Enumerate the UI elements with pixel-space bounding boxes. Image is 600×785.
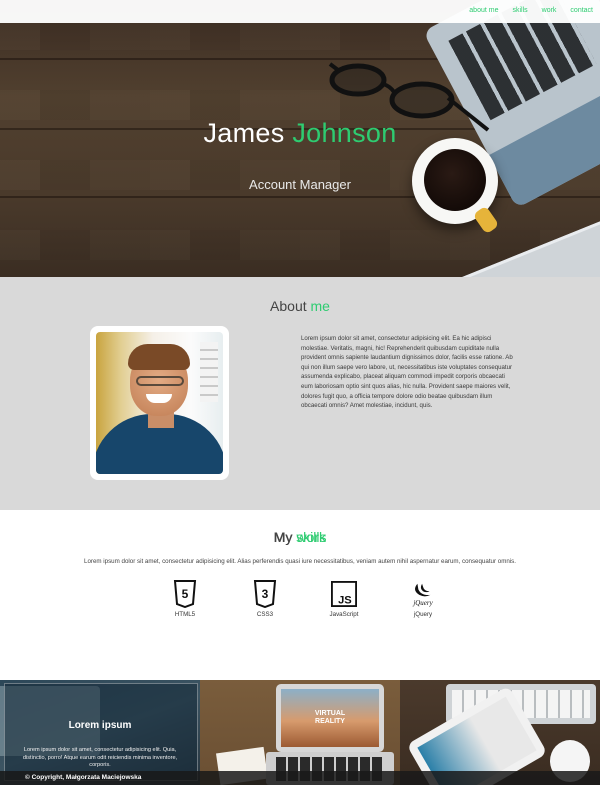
nav-link-skills[interactable]: skills xyxy=(512,7,527,14)
javascript-icon: JS xyxy=(331,579,357,609)
about-section: About me Lorem ipsum dolor sit amet, con… xyxy=(0,277,600,510)
work-item-2[interactable]: VIRTUAL REALITY xyxy=(200,680,400,785)
top-navbar: about me skills work contact xyxy=(0,0,600,23)
work-title-accent: work xyxy=(296,529,327,545)
jquery-icon: jQuery xyxy=(410,579,436,609)
nav-link-contact[interactable]: contact xyxy=(570,7,593,14)
skill-jquery-label: jQuery xyxy=(413,611,433,618)
screen-text: VIRTUAL REALITY xyxy=(314,710,346,725)
hero-first-name: James xyxy=(203,118,285,148)
svg-text:5: 5 xyxy=(182,587,189,601)
wood-grain xyxy=(0,230,600,260)
nav-link-about-me[interactable]: about me xyxy=(469,7,498,14)
skills-section: My skills Lorem ipsum dolor sit amet, co… xyxy=(0,510,600,680)
about-title-accent: me xyxy=(310,298,330,314)
skill-html5: 5 HTML5 xyxy=(160,579,210,618)
nav-link-work[interactable]: work xyxy=(542,7,557,14)
skill-javascript-label: JavaScript xyxy=(329,611,359,618)
svg-text:JS: JS xyxy=(338,594,352,606)
css3-icon: 3 xyxy=(252,579,278,609)
work-gallery: Lorem ipsum Lorem ipsum dolor sit amet, … xyxy=(0,680,600,785)
hero-last-name: Johnson xyxy=(292,118,397,148)
skill-javascript: JS JavaScript xyxy=(319,579,369,618)
work-item-title: Lorem ipsum xyxy=(68,720,132,731)
hero-section: James Johnson Account Manager xyxy=(0,0,600,277)
work-item-3[interactable] xyxy=(400,680,600,785)
svg-text:jQuery: jQuery xyxy=(412,599,433,607)
skill-html5-label: HTML5 xyxy=(174,611,196,618)
html5-icon: 5 xyxy=(172,579,198,609)
skill-css3-label: CSS3 xyxy=(256,611,274,618)
work-title: My work xyxy=(0,529,600,545)
profile-photo xyxy=(96,332,223,474)
copyright-text: © Copyright, Małgorzata Maciejowska xyxy=(25,774,142,781)
work-item-description: Lorem ipsum dolor sit amet, consectetur … xyxy=(22,747,178,769)
skills-lead-text: Lorem ipsum dolor sit amet, consectetur … xyxy=(84,558,516,565)
hero-subtitle: Account Manager xyxy=(249,177,351,192)
footer: © Copyright, Małgorzata Maciejowska xyxy=(0,771,600,785)
hero-name: James Johnson xyxy=(0,118,600,149)
work-item-1[interactable]: Lorem ipsum Lorem ipsum dolor sit amet, … xyxy=(0,680,200,785)
skill-css3: 3 CSS3 xyxy=(240,579,290,618)
about-title: About me xyxy=(0,298,600,314)
profile-photo-frame xyxy=(90,326,229,480)
work-title-main: My xyxy=(273,529,293,545)
about-text: Lorem ipsum dolor sit amet, consectetur … xyxy=(301,335,513,410)
skill-jquery: jQuery jQuery xyxy=(398,579,448,618)
about-title-main: About xyxy=(270,298,307,314)
svg-text:3: 3 xyxy=(262,587,269,601)
